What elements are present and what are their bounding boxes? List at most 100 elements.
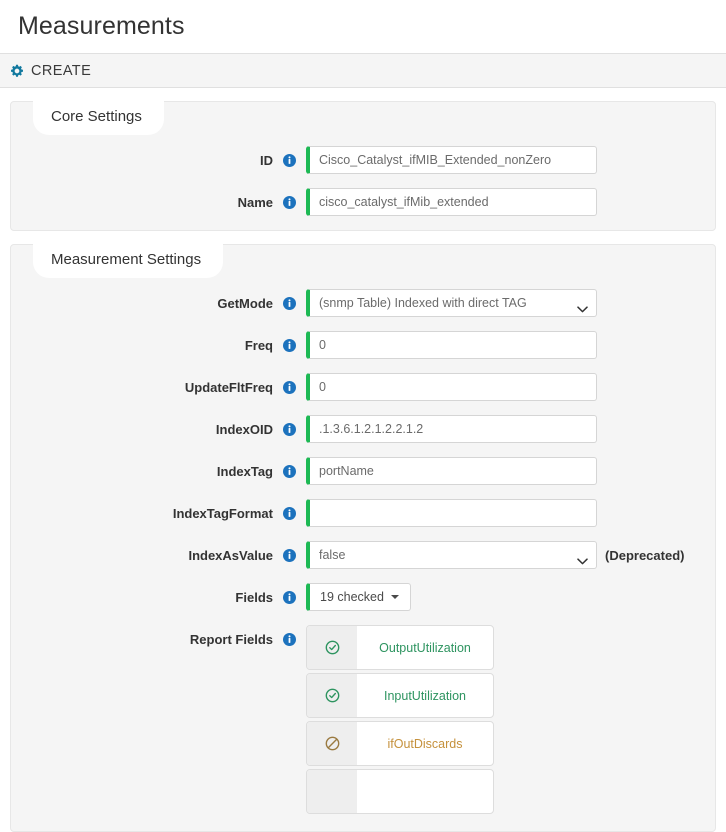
- label-indextag: IndexTag: [216, 464, 273, 479]
- form-row-updatefltfreq: UpdateFltFreq: [11, 373, 715, 401]
- info-icon[interactable]: [283, 381, 296, 394]
- form-row-indextag: IndexTag: [11, 457, 715, 485]
- form-row-name: Name: [11, 188, 715, 216]
- form-row-indextagformat: IndexTagFormat: [11, 499, 715, 527]
- form-row-id: ID: [11, 146, 715, 174]
- control-col-getmode: (snmp Table) Indexed with direct TAG: [306, 289, 715, 317]
- report-field-row[interactable]: InputUtilization: [306, 673, 494, 718]
- updatefltfreq-input[interactable]: [306, 373, 597, 401]
- info-icon[interactable]: [283, 196, 296, 209]
- report-field-row[interactable]: ifOutDiscards: [306, 721, 494, 766]
- label-updatefltfreq: UpdateFltFreq: [184, 380, 273, 395]
- no-entry-circle-icon[interactable]: [307, 722, 357, 765]
- form-row-freq: Freq: [11, 331, 715, 359]
- form-row-indexasvalue: IndexAsValue false (Deprecated): [11, 541, 715, 569]
- control-col-id: [306, 146, 715, 174]
- field-indextagformat: [306, 499, 597, 527]
- field-freq: [306, 331, 597, 359]
- form-row-indexoid: IndexOID: [11, 415, 715, 443]
- panel-legend-core-settings: Core Settings: [33, 101, 164, 135]
- fields-multiselect-label: 19 checked: [320, 590, 384, 604]
- label-indexoid: IndexOID: [215, 422, 273, 437]
- info-icon[interactable]: [283, 465, 296, 478]
- report-fields-list: OutputUtilization InputUtilization ifOut…: [306, 625, 494, 817]
- report-field-row[interactable]: [306, 769, 494, 814]
- indextagformat-input[interactable]: [306, 499, 597, 527]
- info-col-indexoid: [273, 415, 306, 436]
- page-header: Measurements: [0, 0, 726, 53]
- info-col-name: [273, 188, 306, 209]
- indexasvalue-select[interactable]: false: [306, 541, 597, 569]
- id-input[interactable]: [306, 146, 597, 174]
- select-wrap-getmode: (snmp Table) Indexed with direct TAG: [306, 289, 597, 317]
- panel-measurement-settings: Measurement Settings GetMode (snmp Table…: [10, 244, 716, 832]
- panel-legend-measurement-settings: Measurement Settings: [33, 244, 224, 278]
- control-col-indexasvalue: false (Deprecated): [306, 541, 715, 569]
- control-col-indexoid: [306, 415, 715, 443]
- report-field-row[interactable]: OutputUtilization: [306, 625, 494, 670]
- control-col-indextag: [306, 457, 715, 485]
- deprecated-note: (Deprecated): [605, 548, 685, 563]
- info-col-getmode: [273, 289, 306, 310]
- report-field-state-icon[interactable]: [307, 770, 357, 813]
- indextag-input[interactable]: [306, 457, 597, 485]
- check-circle-icon[interactable]: [307, 626, 357, 669]
- label-indextagformat: IndexTagFormat: [172, 506, 273, 521]
- label-indexasvalue: IndexAsValue: [188, 548, 273, 563]
- info-col-indexasvalue: [273, 541, 306, 562]
- panel-core-settings: Core Settings ID Cisco_Catalyst_ifMIB_Ex…: [10, 101, 716, 231]
- info-icon[interactable]: [283, 423, 296, 436]
- form-container: Core Settings ID Cisco_Catalyst_ifMIB_Ex…: [0, 101, 726, 832]
- report-field-label: ifOutDiscards: [387, 736, 463, 751]
- info-col-fields: [273, 583, 306, 604]
- info-col-report-fields: [273, 625, 306, 646]
- getmode-select[interactable]: (snmp Table) Indexed with direct TAG: [306, 289, 597, 317]
- info-icon[interactable]: [283, 591, 296, 604]
- label-report-fields: Report Fields: [189, 632, 273, 647]
- label-fields: Fields: [235, 590, 273, 605]
- form-row-getmode: GetMode (snmp Table) Indexed with direct…: [11, 289, 715, 317]
- gear-icon: [10, 64, 24, 78]
- label-id: ID: [260, 153, 273, 168]
- info-icon[interactable]: [283, 507, 296, 520]
- report-field-label: [357, 770, 493, 813]
- page-title: Measurements: [18, 12, 185, 40]
- control-col-indextagformat: [306, 499, 715, 527]
- info-icon[interactable]: [283, 297, 296, 310]
- info-icon[interactable]: [283, 154, 296, 167]
- panel-body-measurement-settings: GetMode (snmp Table) Indexed with direct…: [11, 255, 715, 817]
- check-circle-icon[interactable]: [307, 674, 357, 717]
- info-col-indextag: [273, 457, 306, 478]
- info-col-indextagformat: [273, 499, 306, 520]
- form-row-report-fields: Report Fields OutputUtilization InputUti…: [11, 625, 715, 817]
- name-input[interactable]: [306, 188, 597, 216]
- indexoid-input[interactable]: [306, 415, 597, 443]
- field-updatefltfreq: [306, 373, 597, 401]
- select-wrap-indexasvalue: false: [306, 541, 597, 569]
- info-col-updatefltfreq: [273, 373, 306, 394]
- control-col-fields: 19 checked: [306, 583, 715, 611]
- control-col-freq: [306, 331, 715, 359]
- label-name: Name: [237, 195, 273, 210]
- field-name: [306, 188, 597, 216]
- form-row-fields: Fields 19 checked: [11, 583, 715, 611]
- info-icon[interactable]: [283, 339, 296, 352]
- field-id: [306, 146, 597, 174]
- create-label: CREATE: [31, 62, 92, 79]
- fields-multiselect-button[interactable]: 19 checked: [306, 583, 411, 611]
- label-getmode: GetMode: [217, 296, 273, 311]
- label-freq: Freq: [244, 338, 273, 353]
- field-indexoid: [306, 415, 597, 443]
- control-col-updatefltfreq: [306, 373, 715, 401]
- info-icon[interactable]: [283, 633, 296, 646]
- report-field-label: InputUtilization: [384, 688, 466, 703]
- create-toolbar[interactable]: CREATE: [0, 53, 726, 88]
- info-col-id: [273, 146, 306, 167]
- field-indextag: [306, 457, 597, 485]
- freq-input[interactable]: [306, 331, 597, 359]
- info-col-freq: [273, 331, 306, 352]
- control-col-name: [306, 188, 715, 216]
- caret-down-icon: [390, 595, 399, 599]
- report-field-label: OutputUtilization: [379, 640, 471, 655]
- info-icon[interactable]: [283, 549, 296, 562]
